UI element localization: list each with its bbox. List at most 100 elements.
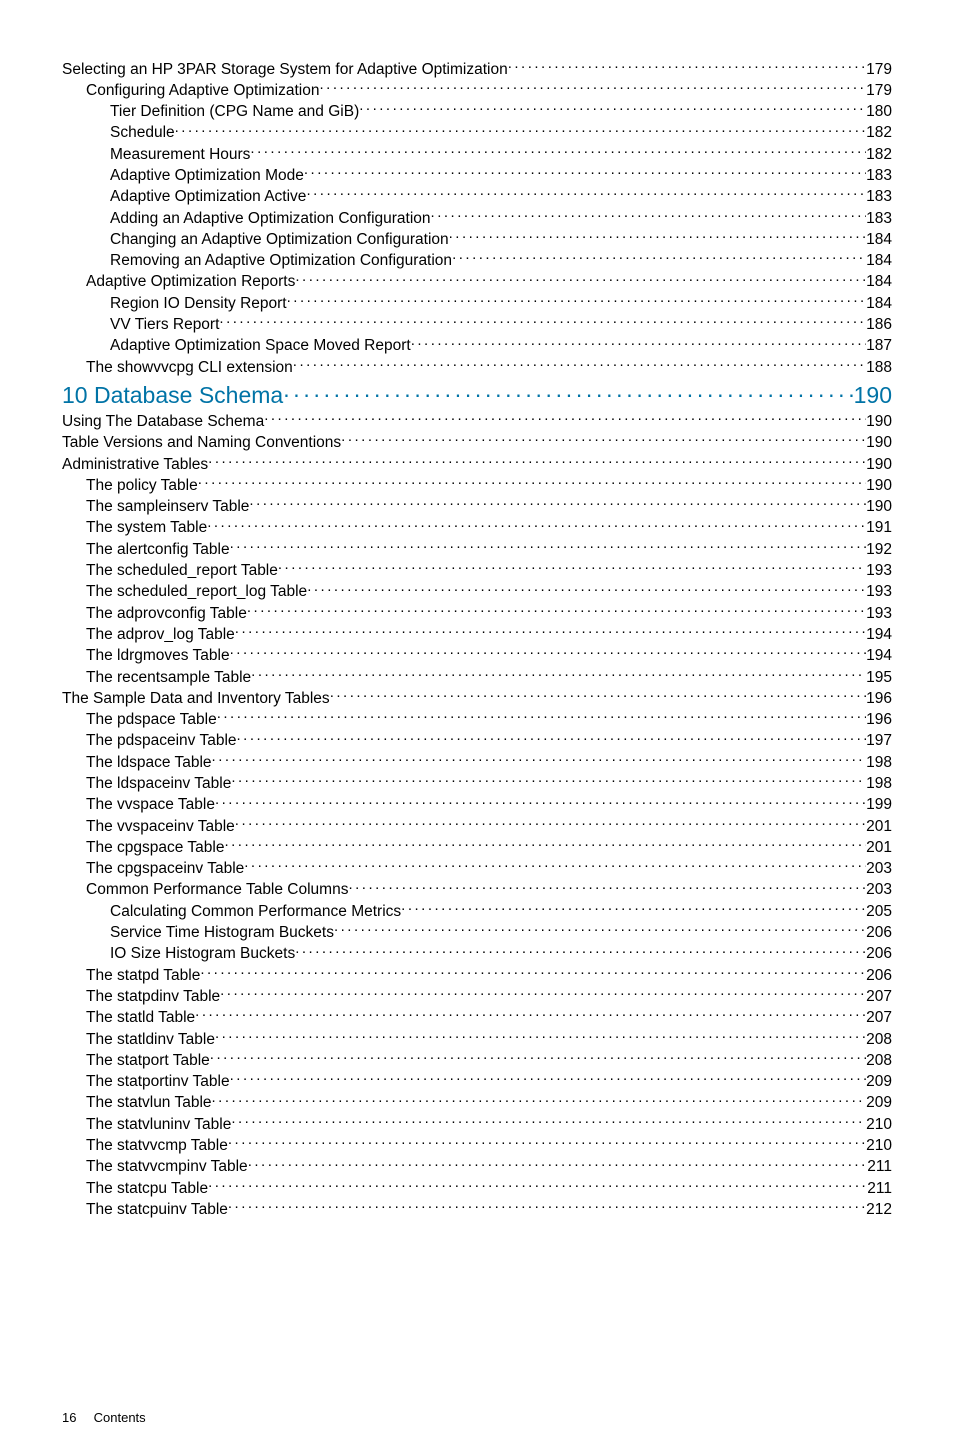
toc-entry[interactable]: Administrative Tables190 [62, 453, 892, 474]
toc-entry[interactable]: The scheduled_report Table 193 [62, 560, 892, 581]
toc-leader-dots [220, 985, 866, 1001]
toc-entry[interactable]: The statvvcmp Table210 [62, 1135, 892, 1156]
toc-entry[interactable]: Using The Database Schema190 [62, 410, 892, 431]
toc-entry[interactable]: The recentsample Table195 [62, 666, 892, 687]
toc-entry-title: The statvvcmp Table [86, 1137, 228, 1156]
toc-entry[interactable]: 10 Database Schema190 [62, 380, 892, 409]
toc-entry-title: The Sample Data and Inventory Tables [62, 690, 330, 709]
toc-entry[interactable]: Common Performance Table Columns203 [62, 879, 892, 900]
toc-entry-page: 193 [866, 562, 892, 581]
toc-entry[interactable]: Calculating Common Performance Metrics20… [62, 900, 892, 921]
toc-entry-title: The ldrgmoves Table [86, 647, 230, 666]
toc-entry[interactable]: The statld Table207 [62, 1007, 892, 1028]
toc-entry-page: 180 [866, 103, 892, 122]
toc-leader-dots [320, 79, 867, 95]
toc-entry-title: The system Table [86, 519, 207, 538]
toc-entry[interactable]: The showvvcpg CLI extension188 [62, 356, 892, 377]
toc-entry[interactable]: Configuring Adaptive Optimization179 [62, 79, 892, 100]
toc-entry[interactable]: The statldinv Table208 [62, 1028, 892, 1049]
toc-entry[interactable]: Adaptive Optimization Reports184 [62, 271, 892, 292]
toc-entry-title: Service Time Histogram Buckets [110, 924, 334, 943]
toc-entry[interactable]: The statcpu Table211 [62, 1177, 892, 1198]
toc-entry[interactable]: Removing an Adaptive Optimization Config… [62, 250, 892, 271]
toc-entry-page: 192 [866, 541, 892, 560]
toc-leader-dots [237, 730, 867, 746]
toc-entry[interactable]: Tier Definition (CPG Name and GiB) 180 [62, 101, 892, 122]
toc-entry[interactable]: Schedule182 [62, 122, 892, 143]
toc-leader-dots [230, 1071, 867, 1087]
toc-entry-title: Schedule [110, 124, 175, 143]
toc-entry-title: IO Size Histogram Buckets [110, 945, 295, 964]
toc-entry[interactable]: Adaptive Optimization Mode 183 [62, 164, 892, 185]
toc-entry[interactable]: The statvvcmpinv Table211 [62, 1156, 892, 1177]
toc-entry-page: 183 [866, 167, 892, 186]
toc-leader-dots [307, 581, 866, 597]
toc-entry[interactable]: The vvspace Table199 [62, 794, 892, 815]
toc-entry[interactable]: Measurement Hours182 [62, 143, 892, 164]
toc-entry-title: Adaptive Optimization Reports [86, 273, 295, 292]
toc-entry-page: 212 [866, 1201, 892, 1220]
toc-entry-page: 201 [866, 818, 892, 837]
toc-entry[interactable]: The ldspaceinv Table198 [62, 773, 892, 794]
toc-entry[interactable]: The statvluninv Table210 [62, 1113, 892, 1134]
toc-entry[interactable]: The statvlun Table209 [62, 1092, 892, 1113]
toc-entry-title: The vvspace Table [86, 796, 215, 815]
toc-entry[interactable]: Changing an Adaptive Optimization Config… [62, 228, 892, 249]
toc-entry[interactable]: The policy Table190 [62, 474, 892, 495]
toc-leader-dots [212, 1092, 867, 1108]
toc-entry-title: Configuring Adaptive Optimization [86, 82, 320, 101]
toc-entry[interactable]: The alertconfig Table192 [62, 538, 892, 559]
toc-entry[interactable]: The sampleinserv Table190 [62, 496, 892, 517]
toc-entry[interactable]: The statpdinv Table207 [62, 985, 892, 1006]
toc-entry[interactable]: The adprovconfig Table193 [62, 602, 892, 623]
toc-leader-dots [411, 335, 866, 351]
toc-entry[interactable]: The cpgspace Table 201 [62, 836, 892, 857]
toc-entry[interactable]: The ldspace Table198 [62, 751, 892, 772]
toc-entry-title: The statldinv Table [86, 1031, 215, 1050]
toc-entry[interactable]: Adaptive Optimization Active183 [62, 186, 892, 207]
toc-entry-title: The cpgspace Table [86, 839, 224, 858]
toc-entry[interactable]: Service Time Histogram Buckets206 [62, 922, 892, 943]
toc-entry[interactable]: Selecting an HP 3PAR Storage System for … [62, 58, 892, 79]
toc-entry-page: 193 [866, 605, 892, 624]
toc-entry-page: 201 [866, 839, 892, 858]
toc-entry-title: Calculating Common Performance Metrics [110, 903, 401, 922]
toc-entry[interactable]: Table Versions and Naming Conventions190 [62, 432, 892, 453]
toc-leader-dots [348, 879, 866, 895]
toc-entry[interactable]: The vvspaceinv Table201 [62, 815, 892, 836]
toc-entry[interactable]: The pdspaceinv Table197 [62, 730, 892, 751]
toc-entry-title: Tier Definition (CPG Name and GiB) [110, 103, 359, 122]
toc-leader-dots [247, 602, 866, 618]
toc-entry[interactable]: Adaptive Optimization Space Moved Report… [62, 335, 892, 356]
toc-entry-title: The policy Table [86, 477, 198, 496]
toc-entry-title: The scheduled_report Table [86, 562, 278, 581]
toc-leader-dots [208, 453, 866, 469]
toc-entry[interactable]: The scheduled_report_log Table193 [62, 581, 892, 602]
toc-entry[interactable]: The Sample Data and Inventory Tables 196 [62, 687, 892, 708]
toc-entry[interactable]: The cpgspaceinv Table203 [62, 858, 892, 879]
toc-entry[interactable]: The ldrgmoves Table194 [62, 645, 892, 666]
toc-entry[interactable]: The statportinv Table209 [62, 1071, 892, 1092]
toc-entry[interactable]: Region IO Density Report184 [62, 292, 892, 313]
toc-entry[interactable]: The statport Table208 [62, 1049, 892, 1070]
toc-leader-dots [283, 380, 853, 403]
toc-leader-dots [264, 410, 866, 426]
toc-leader-dots [224, 836, 866, 852]
toc-entry-page: 196 [866, 711, 892, 730]
toc-entry-title: The ldspaceinv Table [86, 775, 231, 794]
toc-entry[interactable]: Adding an Adaptive Optimization Configur… [62, 207, 892, 228]
toc-entry-page: 196 [866, 690, 892, 709]
toc-leader-dots [231, 1113, 866, 1129]
toc-entry[interactable]: The statcpuinv Table212 [62, 1198, 892, 1219]
toc-entry[interactable]: VV Tiers Report186 [62, 314, 892, 335]
toc-entry[interactable]: The statpd Table206 [62, 964, 892, 985]
toc-leader-dots [208, 1177, 867, 1193]
toc-entry[interactable]: IO Size Histogram Buckets206 [62, 943, 892, 964]
toc-entry[interactable]: The system Table191 [62, 517, 892, 538]
toc-entry[interactable]: The adprov_log Table194 [62, 623, 892, 644]
toc-entry-page: 182 [866, 146, 892, 165]
toc-entry-title: Adaptive Optimization Mode [110, 167, 304, 186]
toc-leader-dots [287, 292, 867, 308]
toc-entry[interactable]: The pdspace Table196 [62, 709, 892, 730]
toc-entry-title: The statcpu Table [86, 1180, 208, 1199]
